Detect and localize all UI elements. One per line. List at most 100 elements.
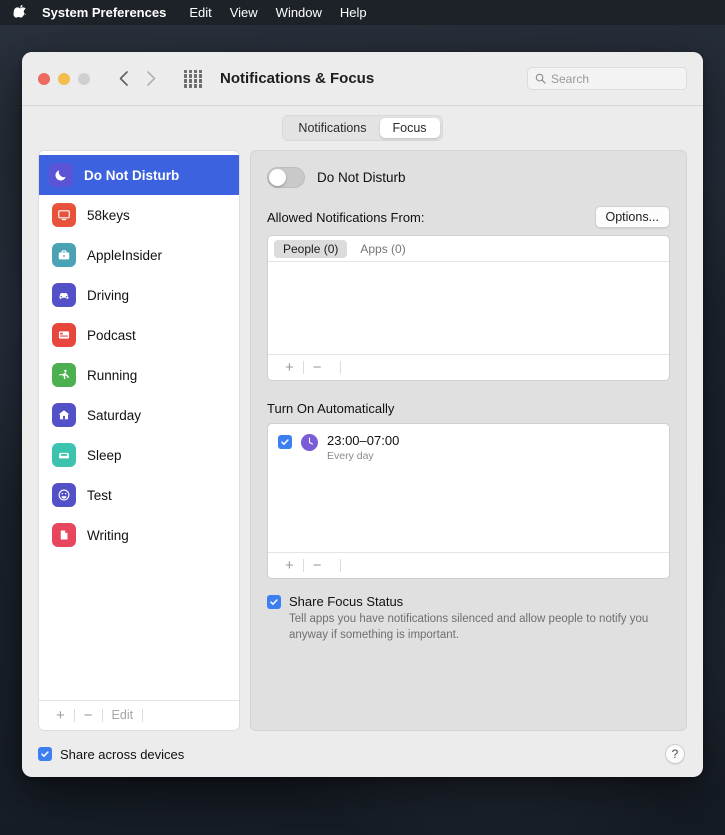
zoom-button[interactable] — [78, 72, 90, 85]
sidebar-item-label: Saturday — [87, 407, 142, 423]
sidebar-item-label: Running — [87, 367, 138, 383]
briefcase-icon — [52, 243, 76, 267]
system-preferences-window: Notifications & Focus Search Notificatio… — [22, 52, 703, 777]
tab-notifications[interactable]: Notifications — [285, 118, 379, 138]
share-focus-status-checkbox[interactable] — [267, 595, 281, 609]
share-focus-status-title: Share Focus Status — [289, 594, 404, 609]
menu-item-window[interactable]: Window — [267, 0, 331, 25]
menu-item-edit[interactable]: Edit — [180, 0, 220, 25]
focus-list: Do Not Disturb 58keys AppleInsider Drivi… — [39, 151, 239, 700]
window-footer: Share across devices ? — [22, 731, 703, 777]
schedule-list-content: 23:00–07:00 Every day — [268, 424, 669, 552]
schedule-list-footer: + − — [268, 552, 669, 578]
bed-icon — [52, 443, 76, 467]
turn-on-automatically-title: Turn On Automatically — [267, 401, 395, 416]
sidebar-item-podcast[interactable]: Podcast — [42, 315, 236, 355]
sidebar-item-58keys[interactable]: 58keys — [42, 195, 236, 235]
allowed-list-content — [268, 262, 669, 354]
sidebar-item-saturday[interactable]: Saturday — [42, 395, 236, 435]
schedule-checkbox[interactable] — [278, 435, 292, 449]
tab-bar: Notifications Focus — [22, 106, 703, 150]
search-icon — [535, 73, 546, 84]
remove-allowed-button[interactable]: − — [304, 360, 331, 375]
sidebar-item-label: Driving — [87, 287, 130, 303]
share-focus-status-row: Share Focus Status Tell apps you have no… — [267, 594, 670, 643]
close-button[interactable] — [38, 72, 50, 85]
smiley-icon — [52, 483, 76, 507]
divider — [142, 709, 144, 722]
allowed-list-footer: + − — [268, 354, 669, 380]
clock-icon — [301, 434, 318, 451]
house-icon — [52, 403, 76, 427]
add-focus-button[interactable]: + — [47, 708, 74, 723]
allowed-notifications-title: Allowed Notifications From: — [267, 209, 425, 225]
tab-focus[interactable]: Focus — [379, 118, 440, 138]
menu-item-help[interactable]: Help — [331, 0, 376, 25]
sidebar-item-label: Do Not Disturb — [84, 167, 180, 183]
share-across-devices-checkbox[interactable] — [38, 747, 52, 761]
window-toolbar: Notifications & Focus Search — [22, 52, 703, 106]
window-controls — [38, 72, 90, 85]
sidebar-item-driving[interactable]: Driving — [42, 275, 236, 315]
turn-on-automatically-header: Turn On Automatically — [267, 401, 670, 416]
focus-sidebar: Do Not Disturb 58keys AppleInsider Drivi… — [38, 150, 240, 731]
do-not-disturb-label: Do Not Disturb — [317, 170, 406, 185]
segmented-control: Notifications Focus — [282, 115, 443, 141]
sidebar-item-label: Test — [87, 487, 112, 503]
remove-schedule-button[interactable]: − — [304, 558, 331, 573]
sidebar-item-test[interactable]: Test — [42, 475, 236, 515]
schedule-repeat: Every day — [327, 450, 374, 463]
remove-focus-button[interactable]: − — [75, 708, 102, 723]
share-focus-status-description: Tell apps you have notifications silence… — [289, 613, 649, 641]
options-button[interactable]: Options... — [594, 206, 670, 228]
help-question-icon[interactable]: ? — [665, 744, 685, 764]
document-icon — [52, 523, 76, 547]
page-title: Notifications & Focus — [220, 70, 375, 87]
share-across-devices-row[interactable]: Share across devices — [38, 747, 184, 762]
toggle-knob — [269, 169, 286, 186]
divider — [339, 559, 341, 572]
allowed-notifications-header: Allowed Notifications From: Options... — [267, 206, 670, 228]
add-allowed-button[interactable]: + — [276, 360, 303, 375]
tab-apps[interactable]: Apps (0) — [351, 240, 414, 258]
runner-icon — [52, 363, 76, 387]
sidebar-footer: + − Edit — [39, 700, 239, 730]
share-focus-status-text: Share Focus Status Tell apps you have no… — [289, 594, 670, 643]
sidebar-item-sleep[interactable]: Sleep — [42, 435, 236, 475]
divider — [339, 361, 341, 374]
moon-icon — [49, 163, 73, 187]
chevron-right-icon[interactable] — [144, 70, 158, 88]
navigation-buttons — [116, 70, 158, 88]
do-not-disturb-toggle[interactable] — [267, 167, 305, 188]
sidebar-item-label: AppleInsider — [87, 247, 163, 263]
sidebar-item-label: 58keys — [87, 207, 130, 223]
schedule-list: 23:00–07:00 Every day + − — [267, 423, 670, 579]
focus-detail-panel: Do Not Disturb Allowed Notifications Fro… — [250, 150, 687, 731]
menu-item-view[interactable]: View — [221, 0, 267, 25]
sidebar-item-running[interactable]: Running — [42, 355, 236, 395]
edit-focus-button[interactable]: Edit — [103, 709, 143, 722]
apple-logo-icon[interactable] — [12, 5, 26, 21]
schedule-text: 23:00–07:00 Every day — [327, 433, 399, 462]
do-not-disturb-row: Do Not Disturb — [267, 167, 670, 188]
chevron-left-icon[interactable] — [116, 70, 130, 88]
tab-people[interactable]: People (0) — [274, 239, 348, 258]
sidebar-item-writing[interactable]: Writing — [42, 515, 236, 555]
minimize-button[interactable] — [58, 72, 70, 85]
menu-item-system-preferences[interactable]: System Preferences — [42, 0, 180, 25]
menu-bar: System Preferences Edit View Window Help — [0, 0, 725, 25]
sidebar-item-appleinsider[interactable]: AppleInsider — [42, 235, 236, 275]
sidebar-item-label: Sleep — [87, 447, 122, 463]
car-icon — [52, 283, 76, 307]
sidebar-item-do-not-disturb[interactable]: Do Not Disturb — [39, 155, 239, 195]
add-schedule-button[interactable]: + — [276, 558, 303, 573]
desktop-background: System Preferences Edit View Window Help — [0, 0, 725, 835]
show-all-grid-icon[interactable] — [184, 69, 202, 88]
podcast-icon — [52, 323, 76, 347]
window-body: Do Not Disturb 58keys AppleInsider Drivi… — [22, 150, 703, 731]
share-across-devices-label: Share across devices — [60, 746, 185, 762]
sidebar-item-label: Podcast — [87, 327, 136, 343]
schedule-row[interactable]: 23:00–07:00 Every day — [268, 424, 669, 462]
search-placeholder: Search — [551, 71, 590, 86]
search-field[interactable]: Search — [527, 67, 687, 90]
